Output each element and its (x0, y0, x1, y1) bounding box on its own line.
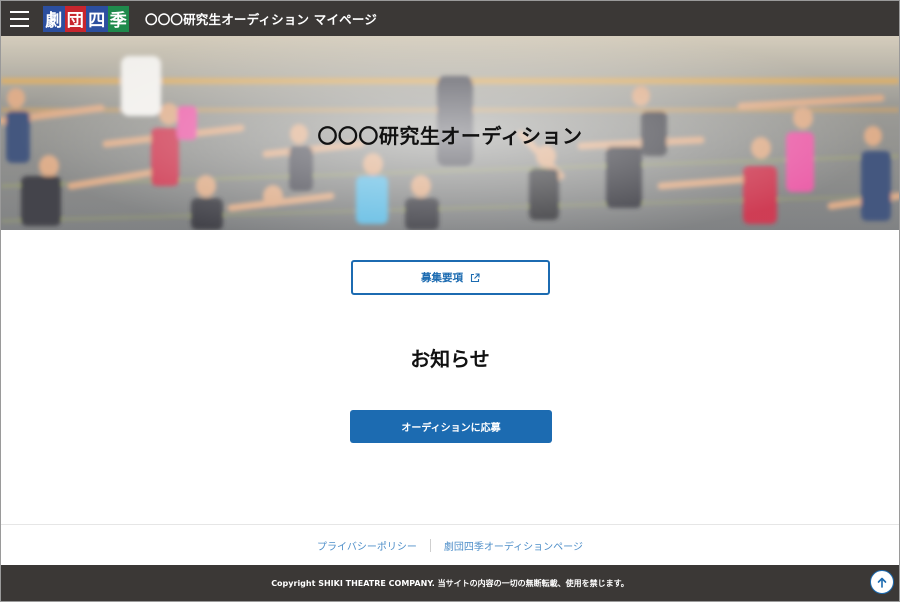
privacy-policy-link[interactable]: プライバシーポリシー (304, 538, 430, 553)
footer-links: プライバシーポリシー 劇団四季オーディションページ (1, 524, 899, 565)
company-logo[interactable]: 劇 団 四 季 (43, 5, 129, 32)
apply-button[interactable]: オーディションに応募 (350, 410, 552, 443)
scroll-top-button[interactable] (870, 570, 894, 594)
external-link-icon (470, 272, 480, 282)
guidelines-button[interactable]: 募集要項 (351, 260, 550, 295)
logo-char-4: 季 (107, 5, 129, 32)
audition-page-link[interactable]: 劇団四季オーディションページ (431, 538, 596, 553)
logo-char-2: 団 (64, 5, 86, 32)
guidelines-label: 募集要項 (421, 272, 463, 284)
logo-char-3: 四 (86, 5, 108, 32)
top-header: 劇 団 四 季 〇〇〇研究生オーディション マイページ (1, 1, 899, 36)
logo-char-1: 劇 (43, 5, 65, 32)
arrow-up-icon (877, 577, 887, 588)
copyright-bar: Copyright SHIKI THEATRE COMPANY. 当サイトの内容… (1, 565, 899, 601)
apply-label: オーディションに応募 (401, 423, 501, 434)
hero-title: 〇〇〇研究生オーディション (317, 124, 583, 148)
copyright-text: Copyright SHIKI THEATRE COMPANY. 当サイトの内容… (271, 578, 629, 588)
hamburger-icon[interactable] (1, 1, 37, 36)
hero-banner: 〇〇〇研究生オーディション (1, 36, 899, 230)
page-title: 〇〇〇研究生オーディション マイページ (145, 12, 378, 27)
news-heading: お知らせ (410, 347, 490, 371)
